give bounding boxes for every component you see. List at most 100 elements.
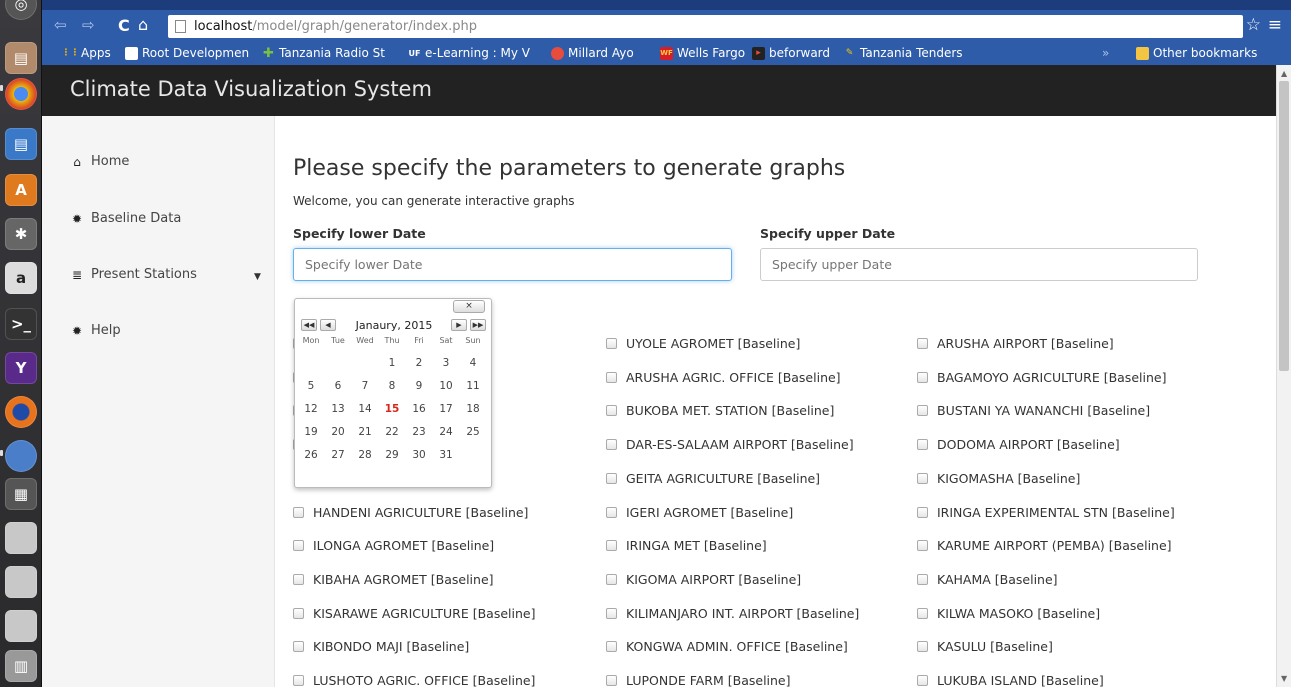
close-button[interactable]: × xyxy=(453,300,485,313)
checkbox[interactable] xyxy=(606,540,617,552)
app-title[interactable]: Climate Data Visualization System xyxy=(70,77,432,101)
menu-icon[interactable]: ≡ xyxy=(1268,15,1282,35)
checkbox[interactable] xyxy=(606,675,617,686)
calendar-day[interactable]: 14 xyxy=(352,403,378,415)
calendar-day[interactable]: 8 xyxy=(379,380,405,392)
calendar-day[interactable]: 1 xyxy=(379,357,405,369)
checkbox[interactable] xyxy=(917,472,928,484)
station-checkbox-item[interactable]: KIBAHA AGROMET [Baseline] xyxy=(293,572,494,587)
page-scrollbar[interactable]: ▲ ▼ xyxy=(1276,65,1291,687)
station-checkbox-item[interactable]: DODOMA AIRPORT [Baseline] xyxy=(917,437,1120,452)
chrome-icon[interactable] xyxy=(5,78,37,110)
checkbox[interactable] xyxy=(293,641,304,653)
calendar-day[interactable]: 27 xyxy=(325,449,351,461)
checkbox[interactable] xyxy=(293,607,304,619)
settings-icon[interactable]: ✱ xyxy=(5,218,37,250)
calendar-day[interactable]: 24 xyxy=(433,426,459,438)
calendar-day[interactable]: 22 xyxy=(379,426,405,438)
station-checkbox-item[interactable]: IRINGA MET [Baseline] xyxy=(606,538,767,553)
checkbox[interactable] xyxy=(293,540,304,552)
amazon-icon[interactable]: a xyxy=(5,262,37,294)
checkbox[interactable] xyxy=(606,506,617,518)
sidebar-item-home[interactable]: ⌂ Home xyxy=(71,154,129,169)
station-checkbox-item[interactable]: UYOLE AGROMET [Baseline] xyxy=(606,336,800,351)
calendar-day[interactable]: 7 xyxy=(352,380,378,392)
home-icon[interactable]: ⌂ xyxy=(138,15,148,34)
scrollbar-thumb[interactable] xyxy=(1279,81,1289,371)
checkbox[interactable] xyxy=(917,338,928,349)
next-year-button[interactable]: ▶▶ xyxy=(470,319,486,331)
drive-icon-2[interactable] xyxy=(5,566,37,598)
calendar-day[interactable]: 23 xyxy=(406,426,432,438)
calendar-day[interactable]: 9 xyxy=(406,380,432,392)
calendar-day[interactable]: 26 xyxy=(298,449,324,461)
checkbox[interactable] xyxy=(606,472,617,484)
sidebar-item-baseline-data[interactable]: ✹ Baseline Data xyxy=(71,211,181,226)
checkbox[interactable] xyxy=(917,641,928,653)
station-checkbox-item[interactable]: ARUSHA AIRPORT [Baseline] xyxy=(917,336,1114,351)
checkbox[interactable] xyxy=(917,506,928,518)
calendar-day[interactable]: 21 xyxy=(352,426,378,438)
station-checkbox-item[interactable]: KIBONDO MAJI [Baseline] xyxy=(293,639,469,654)
station-checkbox-item[interactable]: KIGOMA AIRPORT [Baseline] xyxy=(606,572,801,587)
station-checkbox-item[interactable]: LUSHOTO AGRIC. OFFICE [Baseline] xyxy=(293,673,535,687)
checkbox[interactable] xyxy=(606,371,617,383)
calendar-day[interactable]: 6 xyxy=(325,380,351,392)
software-center-icon[interactable]: A xyxy=(5,174,37,206)
station-checkbox-item[interactable]: IRINGA EXPERIMENTAL STN [Baseline] xyxy=(917,505,1175,520)
address-bar[interactable]: localhost/model/graph/generator/index.ph… xyxy=(168,15,1243,38)
calendar-day[interactable]: 11 xyxy=(460,380,486,392)
checkbox[interactable] xyxy=(606,405,617,417)
files-icon[interactable]: ▤ xyxy=(5,42,37,74)
calendar-day[interactable]: 31 xyxy=(433,449,459,461)
bookmark-e-learning[interactable]: UF e-Learning : My V xyxy=(408,46,530,60)
bookmark-other[interactable]: Other bookmarks xyxy=(1136,46,1257,60)
lower-date-input[interactable] xyxy=(293,248,732,281)
station-checkbox-item[interactable]: BAGAMOYO AGRICULTURE [Baseline] xyxy=(917,370,1166,385)
bookmark-apps[interactable]: ⋮⋮ Apps xyxy=(62,46,111,60)
station-checkbox-item[interactable]: BUSTANI YA WANANCHI [Baseline] xyxy=(917,403,1150,418)
calendar-day[interactable]: 20 xyxy=(325,426,351,438)
checkbox[interactable] xyxy=(917,675,928,686)
checkbox[interactable] xyxy=(606,338,617,349)
calendar-day[interactable]: 12 xyxy=(298,403,324,415)
yahoo-icon[interactable]: Y xyxy=(5,352,37,384)
calendar-day[interactable]: 3 xyxy=(433,357,459,369)
bookmark-tanzania-radio[interactable]: ✚ Tanzania Radio St xyxy=(262,46,385,61)
forward-icon[interactable]: ⇨ xyxy=(82,16,95,34)
firefox-icon[interactable] xyxy=(5,396,37,428)
station-checkbox-item[interactable]: GEITA AGRICULTURE [Baseline] xyxy=(606,471,820,486)
reload-icon[interactable]: C xyxy=(118,16,130,35)
station-checkbox-item[interactable]: KONGWA ADMIN. OFFICE [Baseline] xyxy=(606,639,848,654)
station-checkbox-item[interactable]: DAR-ES-SALAAM AIRPORT [Baseline] xyxy=(606,437,854,452)
sidebar-item-present-stations[interactable]: ≣ Present Stations xyxy=(71,267,197,282)
checkbox[interactable] xyxy=(917,607,928,619)
calendar-day[interactable]: 16 xyxy=(406,403,432,415)
drive-icon[interactable] xyxy=(5,522,37,554)
checkbox[interactable] xyxy=(917,371,928,383)
drive-icon-3[interactable] xyxy=(5,610,37,642)
checkbox[interactable] xyxy=(293,675,304,686)
checkbox[interactable] xyxy=(293,573,304,585)
station-checkbox-item[interactable]: HANDENI AGRICULTURE [Baseline] xyxy=(293,505,528,520)
checkbox[interactable] xyxy=(917,439,928,451)
bookmark-tanzania-tenders[interactable]: ✎ Tanzania Tenders xyxy=(843,46,963,60)
checkbox[interactable] xyxy=(606,573,617,585)
document-icon[interactable]: ▤ xyxy=(5,128,37,160)
calendar-day[interactable]: 18 xyxy=(460,403,486,415)
back-icon[interactable]: ⇦ xyxy=(54,16,67,34)
checkbox[interactable] xyxy=(606,607,617,619)
bookmark-root-development[interactable]: Root Developmen xyxy=(125,46,249,60)
dash-icon[interactable]: ◎ xyxy=(5,0,37,20)
checkbox[interactable] xyxy=(606,439,617,451)
calendar-day[interactable]: 15 xyxy=(379,403,405,415)
scroll-down-icon[interactable]: ▼ xyxy=(1281,674,1287,683)
station-checkbox-item[interactable]: KIGOMASHA [Baseline] xyxy=(917,471,1080,486)
calendar-day[interactable]: 10 xyxy=(433,380,459,392)
calendar-day[interactable]: 13 xyxy=(325,403,351,415)
checkbox[interactable] xyxy=(917,405,928,417)
calendar-day[interactable]: 28 xyxy=(352,449,378,461)
calendar-day[interactable]: 30 xyxy=(406,449,432,461)
station-checkbox-item[interactable]: KILIMANJARO INT. AIRPORT [Baseline] xyxy=(606,606,859,621)
calendar-day[interactable]: 25 xyxy=(460,426,486,438)
